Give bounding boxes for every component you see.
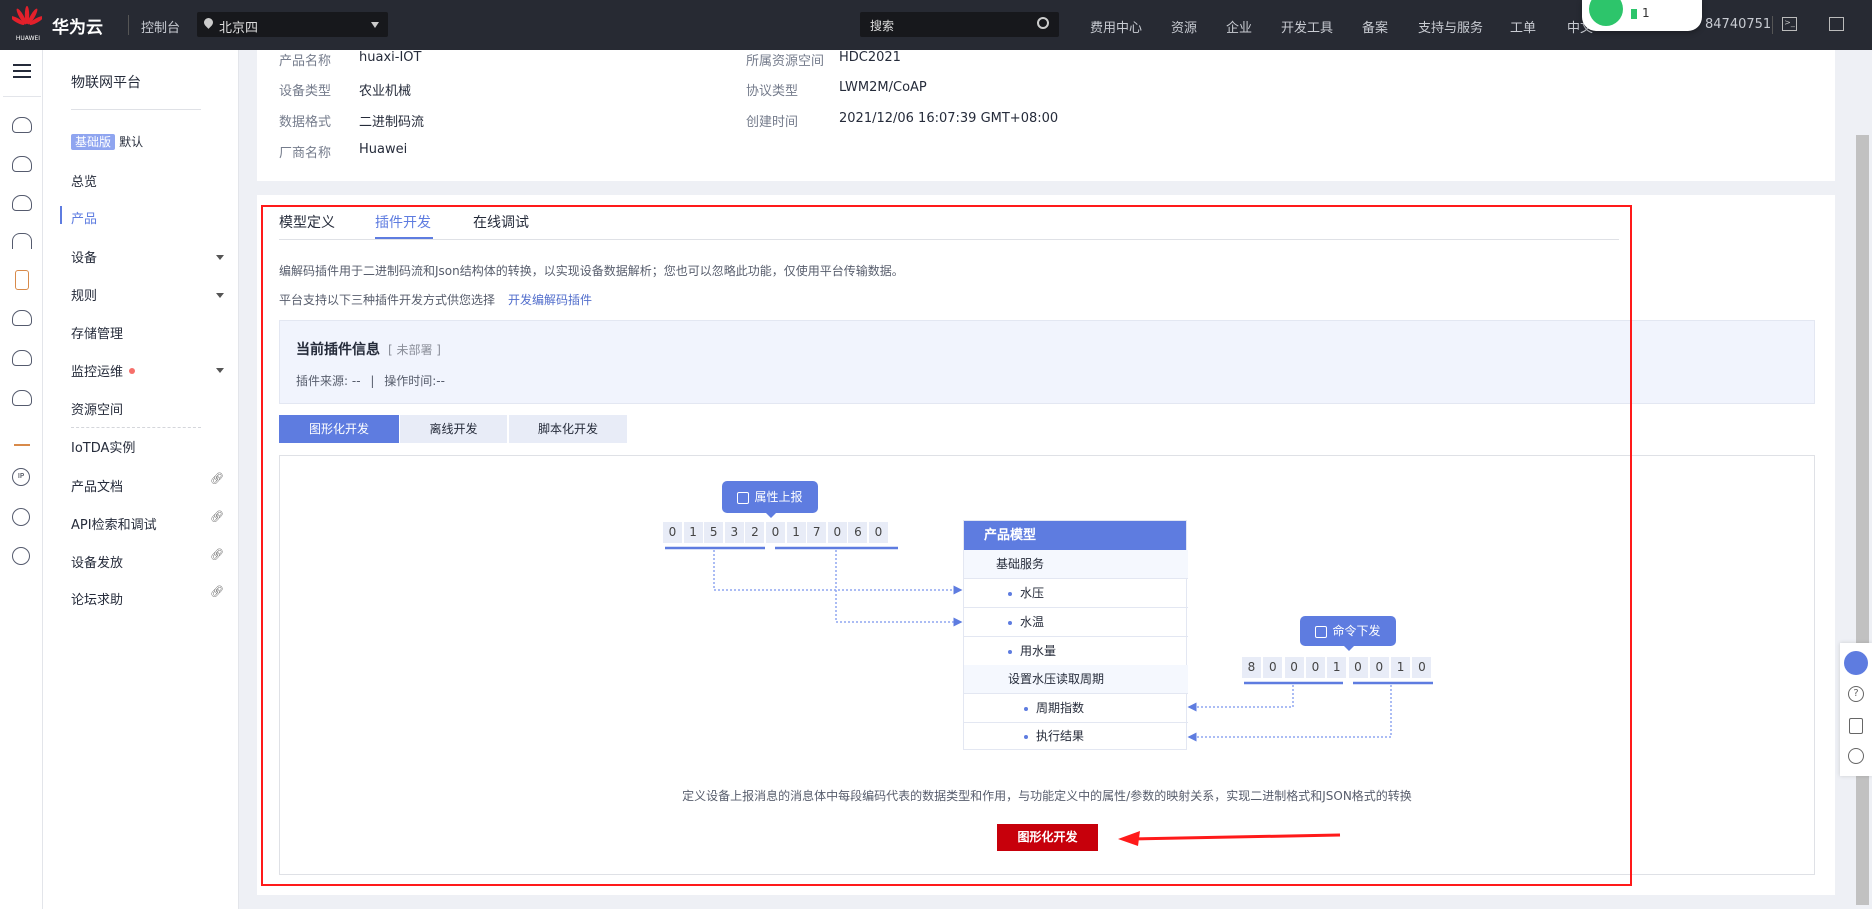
feedback-icon[interactable] (1849, 718, 1863, 734)
smile-icon[interactable] (1848, 748, 1864, 764)
floating-toolbar: ? (1840, 643, 1872, 776)
help-icon[interactable]: ? (1848, 686, 1864, 702)
headset-icon[interactable] (1844, 651, 1868, 675)
highlight-box (261, 205, 1632, 886)
scrollbar[interactable] (1853, 50, 1872, 909)
scrollbar-thumb[interactable] (1856, 135, 1869, 905)
